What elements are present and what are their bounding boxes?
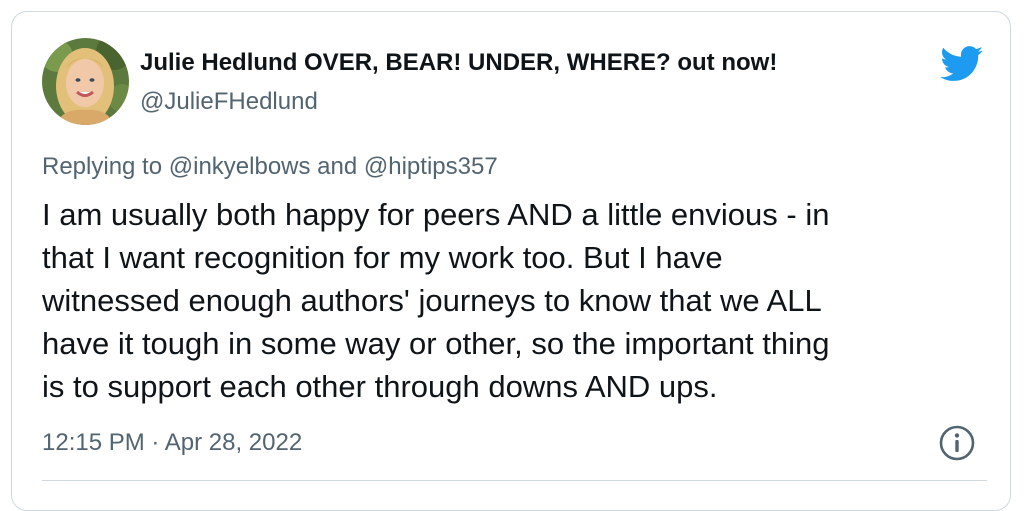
author-handle[interactable]: @JulieFHedlund bbox=[140, 88, 318, 116]
tweet-text: I am usually both happy for peers AND a … bbox=[42, 193, 987, 408]
tweet-text-line: witnessed enough authors' journeys to kn… bbox=[42, 283, 822, 318]
profile-photo bbox=[42, 38, 129, 125]
tweet-text-line: I am usually both happy for peers AND a … bbox=[42, 197, 830, 232]
tweet-card: Julie Hedlund OVER, BEAR! UNDER, WHERE? … bbox=[11, 11, 1011, 511]
divider bbox=[42, 480, 987, 481]
info-icon[interactable] bbox=[938, 424, 976, 462]
replying-to: Replying to @inkyelbows and @hiptips357 bbox=[42, 153, 498, 181]
avatar[interactable] bbox=[42, 38, 129, 125]
mention-link[interactable]: @hiptips357 bbox=[364, 153, 498, 180]
tweet-text-line: that I want recognition for my work too.… bbox=[42, 240, 723, 275]
tweet-text-line: is to support each other through downs A… bbox=[42, 369, 718, 404]
replying-to-prefix: Replying to bbox=[42, 153, 169, 180]
replying-to-connector: and bbox=[310, 153, 364, 180]
tweet-text-line: have it tough in some way or other, so t… bbox=[42, 326, 830, 361]
author-name[interactable]: Julie Hedlund OVER, BEAR! UNDER, WHERE? … bbox=[140, 49, 777, 77]
twitter-bird-icon[interactable] bbox=[940, 46, 984, 82]
tweet-timestamp[interactable]: 12:15 PM · Apr 28, 2022 bbox=[42, 429, 302, 457]
mention-link[interactable]: @inkyelbows bbox=[169, 153, 311, 180]
